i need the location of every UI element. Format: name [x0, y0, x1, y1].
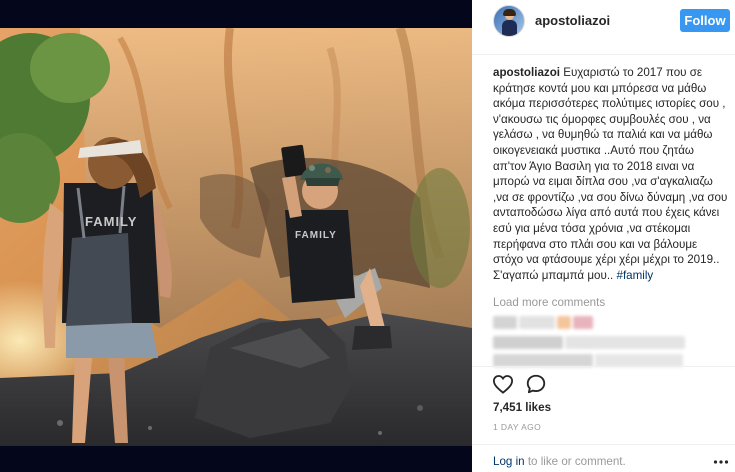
blurred-comment: [493, 316, 517, 329]
blurred-comment: [493, 336, 563, 349]
username-link[interactable]: apostoliazoi: [535, 13, 610, 28]
blurred-comment: [557, 316, 571, 329]
post-header: apostoliazoi Follow: [472, 0, 735, 55]
speech-bubble-icon[interactable]: [525, 373, 547, 395]
post-photo[interactable]: FAMILY FAMILY: [0, 28, 472, 446]
blurred-comment: [573, 316, 593, 329]
photo-top-bar: [0, 0, 472, 28]
likes-count[interactable]: 7,451 likes: [493, 401, 551, 414]
login-prompt: Log in to like or comment.: [493, 455, 626, 468]
hashtag-link[interactable]: #family: [617, 269, 654, 282]
caption-text: Ευχαριστώ το 2017 που σε κράτησε κοντά μ…: [493, 66, 728, 282]
post-photo-panel: FAMILY FAMILY: [0, 0, 472, 472]
caption-username[interactable]: apostoliazoi: [493, 66, 560, 79]
photo-bottom-bar: [0, 446, 472, 472]
avatar-body: [502, 20, 517, 36]
post-actions: [472, 366, 735, 396]
login-prompt-text: to like or comment.: [524, 455, 626, 468]
caption: apostoliazoi Ευχαριστώ το 2017 που σε κρ…: [493, 65, 729, 283]
blurred-comment: [519, 316, 555, 329]
load-more-comments[interactable]: Load more comments: [493, 296, 605, 309]
boy-shirt-text: FAMILY: [295, 230, 337, 241]
login-link[interactable]: Log in: [493, 455, 525, 468]
post-sidebar: apostoliazoi Follow apostoliazoi Ευχαρισ…: [472, 0, 735, 472]
girl-shirt-text: FAMILY: [85, 214, 137, 229]
avatar[interactable]: [493, 5, 525, 37]
avatar-hair: [503, 9, 516, 16]
blurred-comment: [565, 336, 685, 349]
ellipsis-icon[interactable]: [713, 455, 729, 469]
heart-outline-icon[interactable]: [492, 374, 514, 394]
post-footer: Log in to like or comment.: [472, 444, 735, 472]
post-timestamp[interactable]: 1 DAY AGO: [493, 422, 541, 432]
follow-button[interactable]: Follow: [680, 9, 730, 32]
